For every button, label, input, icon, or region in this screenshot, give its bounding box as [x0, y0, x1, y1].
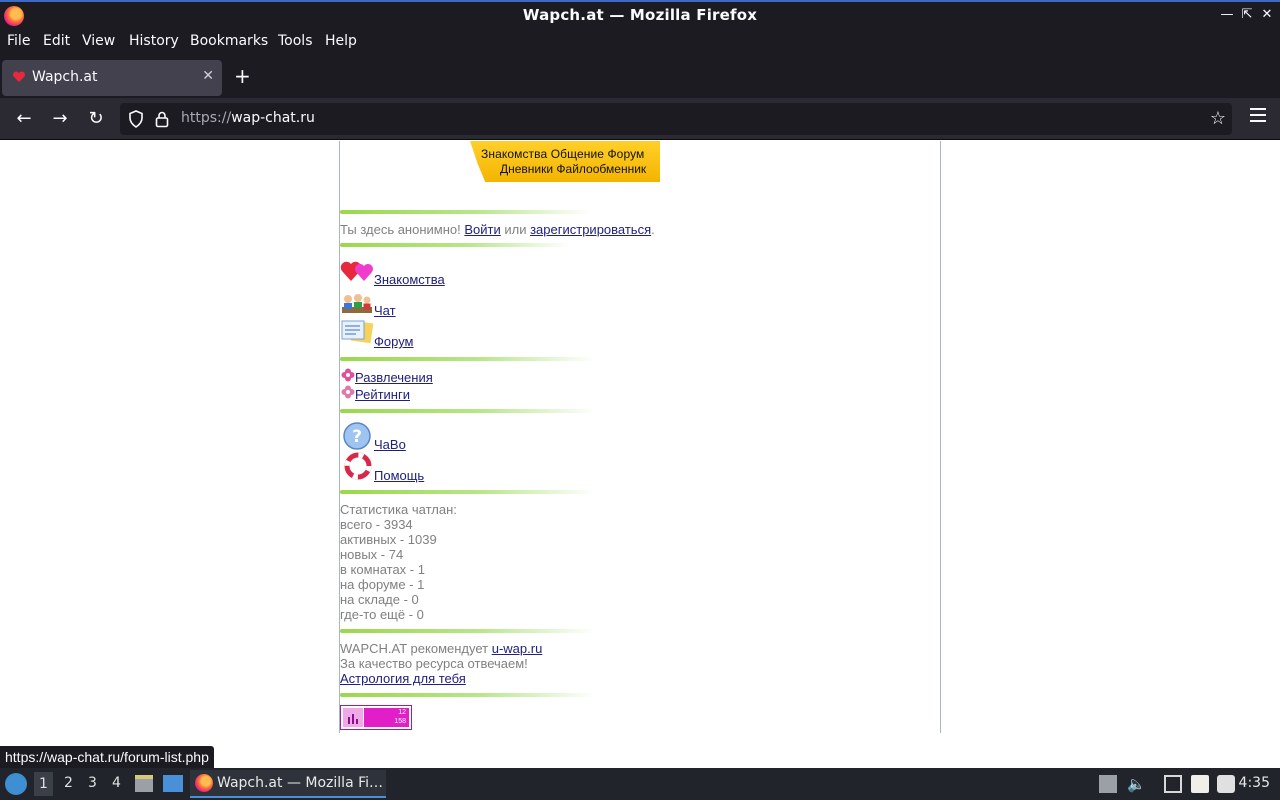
register-link[interactable]: зарегистрироваться	[530, 222, 651, 237]
menu-bookmarks[interactable]: Bookmarks	[190, 33, 268, 49]
clipboard-icon[interactable]	[1191, 775, 1209, 793]
forward-arrow-icon[interactable]: →	[49, 108, 71, 130]
app-menu-icon[interactable]	[1250, 108, 1266, 122]
navigation-bar: ← → ↻ https://wap-chat.ru ☆	[0, 98, 1280, 140]
separator	[340, 409, 595, 413]
flower-icon	[341, 385, 355, 399]
page-content: Знакомства Общение Форум Дневники Файлоо…	[0, 141, 1280, 768]
forum-link[interactable]: Форум	[374, 334, 414, 349]
stats-total: всего - 3934	[340, 517, 413, 532]
entertainment-link[interactable]: Развлечения	[355, 370, 433, 385]
site-banner[interactable]: Знакомства Общение Форум Дневники Файлоо…	[470, 141, 660, 182]
window-title: Wapch.at — Mozilla Firefox	[522, 6, 758, 24]
chat-link[interactable]: Чат	[374, 303, 396, 318]
menu-help[interactable]: Help	[325, 33, 357, 49]
stats-elsewhere: где-то ещё - 0	[340, 607, 424, 622]
start-menu-icon[interactable]	[5, 773, 27, 795]
forum-notes-icon	[341, 320, 374, 344]
astrology-link[interactable]: Астрология для тебя	[340, 671, 466, 686]
footer-block: WAPCH.AT рекомендует u-wap.ru За качеств…	[340, 641, 542, 686]
maximize-icon[interactable]: ⇱	[1238, 6, 1256, 24]
separator	[340, 693, 595, 697]
stats-title: Статистика чатлан:	[340, 502, 457, 517]
separator	[340, 490, 595, 494]
question-icon: ?	[343, 422, 371, 450]
bookmark-star-icon[interactable]: ☆	[1210, 108, 1226, 129]
close-window-icon[interactable]: ✕	[1258, 6, 1276, 24]
separator	[340, 243, 570, 247]
url-text[interactable]: https://wap-chat.ru	[181, 110, 315, 126]
page-column: Знакомства Общение Форум Дневники Файлоо…	[339, 141, 941, 733]
counter-top: 12	[398, 709, 406, 716]
menu-file[interactable]: File	[7, 33, 30, 49]
workspace-2[interactable]: 2	[64, 775, 73, 791]
stats-forum: на форуме - 1	[340, 577, 425, 592]
workspace-3[interactable]: 3	[88, 775, 97, 791]
heart-favicon-icon	[12, 71, 26, 82]
separator	[340, 210, 590, 214]
clock: 4:35	[1238, 775, 1270, 791]
menu-tools[interactable]: Tools	[278, 33, 313, 49]
workspace-4[interactable]: 4	[112, 775, 121, 791]
svg-text:?: ?	[352, 427, 362, 447]
status-url: https://wap-chat.ru/forum-list.php	[0, 746, 214, 768]
stats-active: активных - 1039	[340, 532, 437, 547]
minimize-icon[interactable]: —	[1218, 6, 1236, 24]
dating-link[interactable]: Знакомства	[374, 272, 445, 287]
stats-rooms: в комнатах - 1	[340, 562, 425, 577]
separator	[340, 357, 595, 361]
lock-icon[interactable]	[154, 110, 170, 128]
tab-close-icon[interactable]: ✕	[202, 68, 214, 84]
network-icon[interactable]	[1164, 775, 1182, 793]
stats-new: новых - 74	[340, 547, 404, 562]
login-link[interactable]: Войти	[464, 222, 500, 237]
reload-icon[interactable]: ↻	[85, 108, 107, 130]
volume-icon[interactable]: 🔈	[1127, 775, 1146, 793]
counter-chart-icon	[343, 708, 363, 727]
visit-counter[interactable]: 12 158	[340, 705, 412, 730]
lifebuoy-icon	[344, 452, 372, 480]
tab-wapch[interactable]: Wapch.at ✕	[2, 60, 222, 96]
tab-bar: Wapch.at ✕ +	[0, 56, 1280, 98]
file-manager-icon[interactable]	[135, 775, 153, 792]
notification-icon[interactable]	[1217, 775, 1235, 793]
faq-link[interactable]: ЧаВо	[374, 437, 406, 452]
quality-line: За качество ресурса отвечаем!	[340, 656, 528, 671]
taskbar-app-label: Wapch.at — Mozilla Fi…	[217, 775, 384, 791]
menu-bar: File Edit View History Bookmarks Tools H…	[0, 30, 1280, 56]
taskbar-firefox-app[interactable]: Wapch.at — Mozilla Fi…	[190, 770, 386, 798]
taskbar: 1 2 3 4 Wapch.at — Mozilla Fi… 🔈 4:35	[0, 768, 1280, 800]
back-arrow-icon[interactable]: ←	[13, 108, 35, 130]
stats-block: Статистика чатлан: всего - 3934 активных…	[340, 502, 457, 622]
ratings-link[interactable]: Рейтинги	[355, 387, 410, 402]
stats-storage: на складе - 0	[340, 592, 419, 607]
window-titlebar: Wapch.at — Mozilla Firefox — ⇱ ✕	[0, 0, 1280, 30]
menu-edit[interactable]: Edit	[43, 33, 70, 49]
desktop-icon[interactable]	[163, 775, 183, 792]
recommend-line: WAPCH.AT рекомендует u-wap.ru	[340, 641, 543, 656]
menu-view[interactable]: View	[82, 33, 115, 49]
hearts-icon	[340, 261, 373, 281]
menu-history[interactable]: History	[129, 33, 179, 49]
shield-icon[interactable]	[128, 110, 144, 128]
banner-line-1: Знакомства Общение Форум	[481, 147, 645, 161]
help-link[interactable]: Помощь	[374, 468, 424, 483]
banner-line-2: Дневники Файлообменник	[500, 162, 647, 176]
auth-line: Ты здесь анонимно! Войти или зарегистрир…	[340, 222, 655, 237]
workspace-1[interactable]: 1	[34, 772, 53, 796]
separator	[340, 629, 595, 633]
tab-label: Wapch.at	[32, 69, 98, 85]
url-bar[interactable]: https://wap-chat.ru ☆	[120, 103, 1232, 135]
u-wap-link[interactable]: u-wap.ru	[492, 641, 543, 656]
new-tab-icon[interactable]: +	[234, 66, 251, 86]
flower-icon	[341, 368, 355, 382]
firefox-icon	[195, 774, 213, 792]
counter-bottom: 158	[394, 718, 406, 725]
people-chat-icon	[342, 294, 372, 313]
updates-icon[interactable]	[1099, 775, 1117, 793]
